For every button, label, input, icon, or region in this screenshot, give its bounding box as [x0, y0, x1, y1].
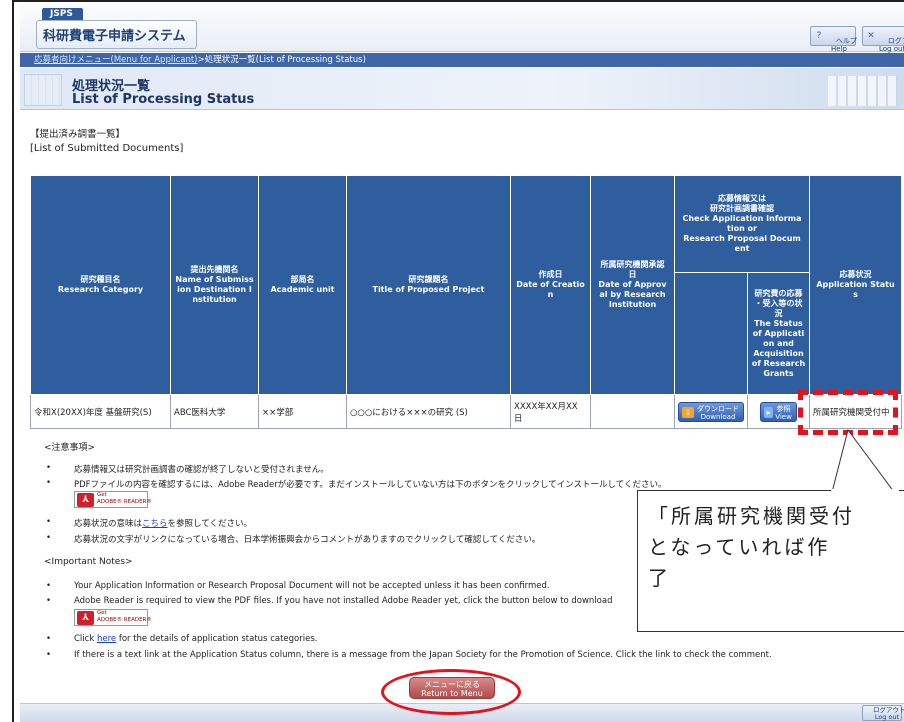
view-label: 参照 View: [775, 404, 792, 421]
note-text: Click: [74, 634, 97, 644]
breadcrumb-separator: >: [197, 55, 205, 65]
adobe-label: Get ADOBE® READER®: [97, 610, 152, 623]
cell-institution: ABC医科大学: [170, 394, 259, 429]
status-help-link-en[interactable]: here: [97, 634, 116, 644]
adobe-pdf-icon: ⅄: [77, 611, 94, 625]
submitted-documents-table: 研究種目名 Research Category 提出先機関名 Name of S…: [30, 175, 902, 429]
logout-label: ログアウト Log out: [879, 37, 904, 53]
cell-category: 令和X(20XX)年度 基盤研究(S): [30, 394, 171, 429]
download-button[interactable]: ↓ ダウンロード Download: [678, 401, 744, 422]
col-header-status: 応募状況 Application Statu s: [809, 175, 902, 395]
note-text: 応募情報又は研究計画調書の確認が終了しないと受付されません。: [74, 465, 329, 475]
notes-en-heading: <Important Notes>: [44, 557, 133, 567]
get-adobe-reader-button[interactable]: ⅄ Get ADOBE® READER®: [74, 491, 152, 508]
page-title-bar: 処理状況一覧 List of Processing Status: [20, 68, 904, 110]
cell-download: ↓ ダウンロード Download: [674, 394, 748, 429]
col-header-grants: 研究費の応募 ・受入等の状 況 The Status of Applicati …: [747, 272, 810, 395]
status-help-link-ja[interactable]: こちら: [142, 519, 168, 529]
callout-joint: [831, 489, 899, 492]
logout-icon: ✕: [867, 31, 875, 41]
section-title-en: [List of Submitted Documents]: [30, 143, 184, 154]
return-highlight-annotation: [381, 669, 521, 715]
table-row: 令和X(20XX)年度 基盤研究(S) ABC医科大学 ××学部 ○○○における…: [30, 394, 902, 429]
breadcrumb-link-menu[interactable]: 応募者向けメニュー(Menu for Applicant): [34, 55, 198, 65]
cell-unit: ××学部: [258, 394, 347, 429]
col-header-category: 研究種目名 Research Category: [30, 175, 171, 395]
adobe-pdf-icon: ⅄: [77, 493, 94, 507]
note-text: 応募状況の文字がリンクになっている場合、日本学術振興会からコメントがありますので…: [74, 535, 541, 545]
download-label: ダウンロード Download: [697, 404, 739, 421]
title-decoration: [24, 74, 62, 106]
note-text: If there is a text link at the Applicati…: [74, 650, 772, 660]
view-button[interactable]: ▸ 参照 View: [760, 401, 797, 422]
note-text: PDFファイルの内容を確認するには、Adobe Readerが必要です。まだイン…: [74, 480, 667, 490]
cell-title: ○○○における×××の研究 (S): [346, 394, 511, 429]
title-decoration-right: [828, 76, 898, 106]
get-adobe-reader-button[interactable]: ⅄ Get ADOBE® READER®: [74, 609, 152, 626]
note-text: 応募状況の意味は: [74, 519, 143, 529]
breadcrumb: 応募者向けメニュー(Menu for Applicant)>処理状況一覧(Lis…: [20, 53, 904, 67]
col-header-check: 応募情報又は 研究計画調書確認 Check Application Inform…: [674, 175, 810, 273]
col-header-institution: 提出先機関名 Name of Submiss ion Destination I…: [170, 175, 259, 395]
footer-logout-button[interactable]: ログアウト Log out: [862, 705, 904, 721]
col-header-title: 研究課題名 Title of Proposed Project: [346, 175, 511, 395]
note-text: for the details of application status ca…: [116, 634, 318, 644]
note-text: を参照してください。: [167, 519, 253, 529]
col-header-approval: 所属研究機関承認 日 Date of Approv al by Research…: [590, 175, 675, 395]
logout-button[interactable]: ✕ ログアウト Log out: [862, 26, 904, 53]
status-highlight-annotation: [798, 390, 898, 435]
note-text: Adobe Reader is required to view the PDF…: [74, 596, 613, 606]
callout-annotation: 「所属研究機関受付 となっていれば作 了: [637, 490, 904, 632]
screenshot-frame: JSPS 科研費電子申請システム ?ヘルプ Help ✕ ログアウト Log ou…: [0, 0, 904, 722]
notes-ja-heading: <注意事項>: [44, 443, 96, 453]
jsps-label: JSPS: [42, 8, 83, 20]
app-header: JSPS 科研費電子申請システム: [20, 2, 904, 52]
help-icon: ?: [816, 31, 822, 41]
col-header-date: 作成日 Date of Creatio n: [510, 175, 591, 395]
download-icon: ↓: [682, 406, 694, 418]
breadcrumb-current: 処理状況一覧(List of Processing Status): [204, 55, 366, 65]
adobe-label: Get ADOBE® READER®: [97, 492, 152, 505]
col-header-unit: 部局名 Academic unit: [258, 175, 347, 395]
note-text: Your Application Information or Research…: [74, 581, 550, 591]
section-title-ja: 【提出済み調書一覧】: [30, 129, 126, 140]
system-logo[interactable]: 科研費電子申請システム: [36, 20, 197, 49]
col-header-check-blank: [674, 272, 748, 395]
cell-approval: [590, 394, 675, 429]
help-button[interactable]: ? ヘルプ Help: [810, 26, 857, 53]
page-title-en: List of Processing Status: [72, 92, 255, 107]
cell-date: XXXX年XX月XX 日: [510, 394, 591, 429]
view-icon: ▸: [764, 406, 774, 418]
